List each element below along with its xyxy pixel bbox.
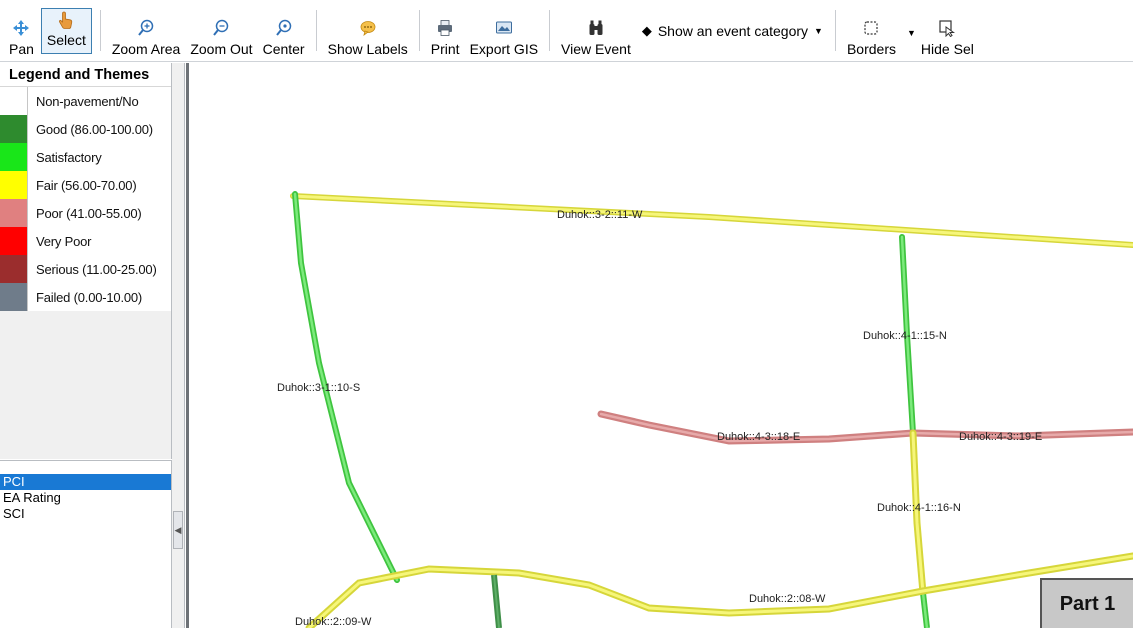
zoom-out-icon <box>211 18 231 38</box>
road-label: Duhok::2::09-W <box>295 616 372 628</box>
legend-item-label: Satisfactory <box>36 149 102 165</box>
borders-dropdown-arrow-icon[interactable]: ▼ <box>907 28 916 38</box>
part-badge: Part 1 <box>1040 578 1133 628</box>
diamond-icon: ◆ <box>641 23 652 38</box>
theme-item-ea-rating[interactable]: EA Rating <box>0 490 171 506</box>
legend-swatch <box>0 255 28 283</box>
zoom-area-label: Zoom Area <box>111 41 181 57</box>
toolbar-separator <box>315 10 317 51</box>
legend-item-label: Good (86.00-100.00) <box>36 121 153 137</box>
legend-item-label: Serious (11.00-25.00) <box>36 261 157 277</box>
center-target-icon <box>274 18 294 38</box>
show-labels-button[interactable]: Show Labels <box>323 0 413 62</box>
legend-item: Failed (0.00-10.00) <box>0 283 171 311</box>
theme-item-pci[interactable]: PCI <box>0 474 171 490</box>
legend-swatch <box>0 115 28 143</box>
legend-swatch <box>0 199 28 227</box>
legend-swatch <box>0 143 28 171</box>
hide-sel-button[interactable]: Hide Sel <box>916 0 979 62</box>
show-labels-label: Show Labels <box>327 41 408 57</box>
toolbar-separator <box>99 10 101 51</box>
road-label: Duhok::3-1::10-S <box>277 382 360 394</box>
legend-swatch <box>0 171 28 199</box>
chevron-left-icon: ◀ <box>174 524 182 535</box>
dashed-square-icon <box>861 18 881 38</box>
legend-list: Non-pavement/No Good (86.00-100.00) Satisf… <box>0 87 171 311</box>
legend-panel: Legend and Themes Non-pavement/No Good (8… <box>0 63 172 459</box>
select-label: Select <box>46 32 86 48</box>
speech-bubble-icon <box>358 18 378 38</box>
legend-item: Very Poor <box>0 227 171 255</box>
toolbar-separator <box>834 10 836 51</box>
export-gis-button[interactable]: Export GIS <box>465 0 543 62</box>
legend-item: Poor (41.00-55.00) <box>0 199 171 227</box>
legend-title: Legend and Themes <box>0 63 171 87</box>
road-label: Duhok::4-1::15-N <box>863 330 947 342</box>
road-label: Duhok::4-3::18-E <box>717 431 800 443</box>
road-label: Duhok::3-2::11-W <box>557 209 643 221</box>
toolbar-separator <box>418 10 420 51</box>
panel-splitter[interactable]: ◀ <box>172 63 185 628</box>
legend-swatch <box>0 283 28 311</box>
view-event-label: View Event <box>561 41 631 57</box>
themes-list: PCI EA Rating SCI <box>0 461 171 522</box>
road-label: Duhok::4-1::16-N <box>877 502 961 514</box>
road-network-map[interactable]: Duhok::3-2::11-W Duhok::3-1::10-S Duhok:… <box>189 63 1133 628</box>
event-category-label: Show an event category <box>657 23 809 39</box>
themes-panel: PCI EA Rating SCI <box>0 460 172 628</box>
chevron-down-icon: ▼ <box>814 26 823 36</box>
legend-item: Serious (11.00-25.00) <box>0 255 171 283</box>
center-label: Center <box>262 41 305 57</box>
road-segment-11w[interactable] <box>290 193 1133 248</box>
zoom-area-button[interactable]: Zoom Area <box>107 0 185 62</box>
road-segment-16n-extension[interactable] <box>920 592 930 628</box>
road-segment-08w[interactable] <box>305 552 1133 628</box>
select-button[interactable]: Select <box>40 8 92 54</box>
zoom-out-button[interactable]: Zoom Out <box>185 0 257 62</box>
print-button[interactable]: Print <box>426 0 465 62</box>
legend-item-label: Fair (56.00-70.00) <box>36 177 137 193</box>
export-gis-icon <box>494 18 514 38</box>
collapse-panel-handle[interactable]: ◀ <box>173 511 183 549</box>
borders-button[interactable]: Borders <box>842 0 901 62</box>
legend-swatch <box>0 227 28 255</box>
printer-icon <box>435 18 455 38</box>
legend-item-label: Failed (0.00-10.00) <box>36 289 143 305</box>
legend-item-label: Non-pavement/No <box>36 93 139 109</box>
map-canvas[interactable]: Duhok::3-2::11-W Duhok::3-1::10-S Duhok:… <box>186 63 1133 628</box>
borders-label: Borders <box>846 41 896 57</box>
legend-item: Fair (56.00-70.00) <box>0 171 171 199</box>
hide-selection-icon <box>937 18 957 38</box>
theme-item-sci[interactable]: SCI <box>0 506 171 522</box>
toolbar-separator <box>549 10 551 51</box>
map-toolbar: Pan Select Zoom Area Zoom Out Center Sho… <box>0 0 1133 62</box>
legend-item-label: Poor (41.00-55.00) <box>36 205 142 221</box>
zoom-out-label: Zoom Out <box>190 41 253 57</box>
hide-sel-label: Hide Sel <box>920 41 974 57</box>
pan-arrows-icon <box>11 18 31 38</box>
center-button[interactable]: Center <box>258 0 310 62</box>
export-gis-label: Export GIS <box>469 41 539 57</box>
hand-pointer-icon <box>56 11 76 29</box>
view-event-button[interactable]: View Event <box>556 0 636 62</box>
road-label: Duhok::2::08-W <box>749 593 826 605</box>
road-label: Duhok::4-3::19-E <box>959 431 1042 443</box>
event-category-dropdown[interactable]: ◆ Show an event category ▼ <box>636 0 829 62</box>
pan-label: Pan <box>9 41 34 57</box>
legend-item-label: Very Poor <box>36 233 92 249</box>
print-label: Print <box>430 41 460 57</box>
legend-item: Good (86.00-100.00) <box>0 115 171 143</box>
pan-button[interactable]: Pan <box>4 0 39 62</box>
legend-item: Non-pavement/No <box>0 87 171 115</box>
binoculars-icon <box>586 18 606 38</box>
road-segment-good-stub[interactable] <box>491 574 502 628</box>
legend-item: Satisfactory <box>0 143 171 171</box>
legend-swatch <box>0 87 28 115</box>
zoom-in-icon <box>136 18 156 38</box>
